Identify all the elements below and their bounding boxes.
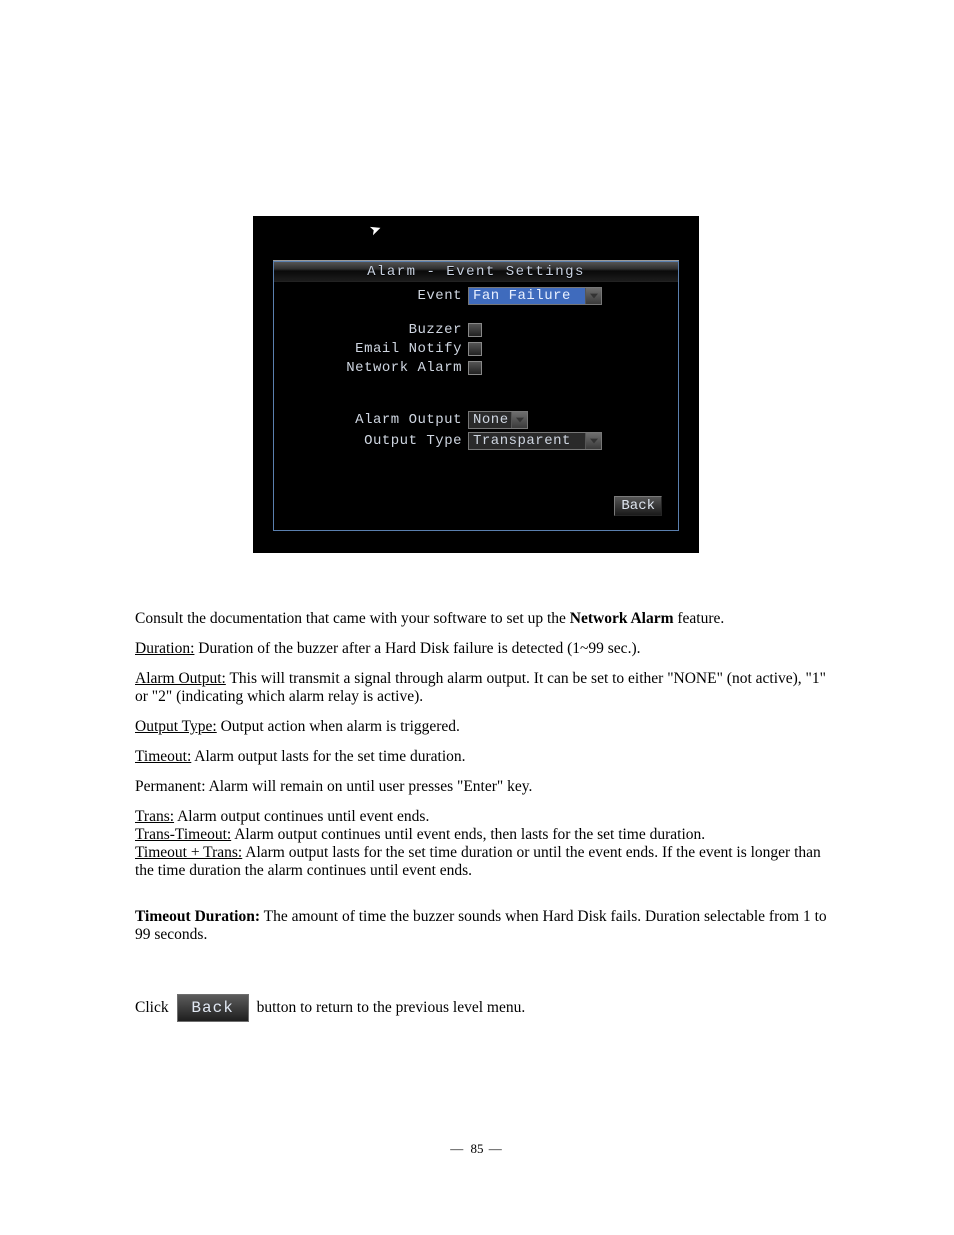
p1-bold: Network Alarm	[570, 610, 674, 627]
chevron-down-icon	[511, 412, 527, 428]
alarm-output-value: None	[473, 412, 509, 428]
output-type-label: Output Type	[280, 433, 468, 449]
back-button[interactable]: Back	[614, 496, 662, 516]
settings-panel: Event Fan Failure Buzzer Email Notify	[273, 261, 679, 531]
alarm-output-doc-text: This will transmit a signal through alar…	[135, 670, 826, 705]
email-notify-checkbox[interactable]	[468, 342, 482, 356]
document-body: Consult the documentation that came with…	[135, 610, 835, 1022]
settings-form: Event Fan Failure Buzzer Email Notify	[280, 287, 672, 524]
click-prefix: Click	[135, 999, 169, 1017]
event-dropdown[interactable]: Fan Failure	[468, 287, 602, 305]
output-type-doc-label: Output Type:	[135, 718, 217, 735]
buzzer-checkbox[interactable]	[468, 323, 482, 337]
buzzer-label: Buzzer	[280, 322, 468, 338]
timeout-trans-label: Timeout + Trans:	[135, 844, 242, 861]
event-value: Fan Failure	[473, 288, 571, 304]
trans-label: Trans:	[135, 808, 174, 825]
alarm-output-doc-label: Alarm Output:	[135, 670, 226, 687]
output-type-value: Transparent	[473, 433, 571, 449]
permanent-text: Permanent: Alarm will remain on until us…	[135, 778, 835, 796]
timeout-label: Timeout:	[135, 748, 191, 765]
p1-suffix: feature.	[674, 610, 725, 627]
trans-timeout-label: Trans-Timeout:	[135, 826, 231, 843]
event-label: Event	[280, 288, 468, 304]
page-number: — 85 —	[450, 1141, 504, 1157]
timeout-duration-label: Timeout Duration:	[135, 908, 260, 925]
alarm-output-label: Alarm Output	[280, 412, 468, 428]
dvr-settings-screenshot: ➤ Alarm - Event Settings Event Fan Failu…	[253, 216, 699, 553]
cursor-icon: ➤	[367, 221, 384, 241]
back-button-pill[interactable]: Back	[177, 994, 249, 1022]
duration-label: Duration:	[135, 640, 194, 657]
duration-text: Duration of the buzzer after a Hard Disk…	[194, 640, 640, 657]
network-alarm-label: Network Alarm	[280, 360, 468, 376]
timeout-text: Alarm output lasts for the set time dura…	[191, 748, 465, 765]
chevron-down-icon	[585, 288, 601, 304]
alarm-output-dropdown[interactable]: None	[468, 411, 528, 429]
p1-prefix: Consult the documentation that came with…	[135, 610, 570, 627]
trans-text: Alarm output continues until event ends.	[174, 808, 429, 825]
output-type-doc-text: Output action when alarm is triggered.	[217, 718, 460, 735]
trans-timeout-text: Alarm output continues until event ends,…	[231, 826, 705, 843]
network-alarm-checkbox[interactable]	[468, 361, 482, 375]
email-notify-label: Email Notify	[280, 341, 468, 357]
chevron-down-icon	[585, 433, 601, 449]
click-suffix: button to return to the previous level m…	[257, 999, 526, 1017]
output-type-dropdown[interactable]: Transparent	[468, 432, 602, 450]
